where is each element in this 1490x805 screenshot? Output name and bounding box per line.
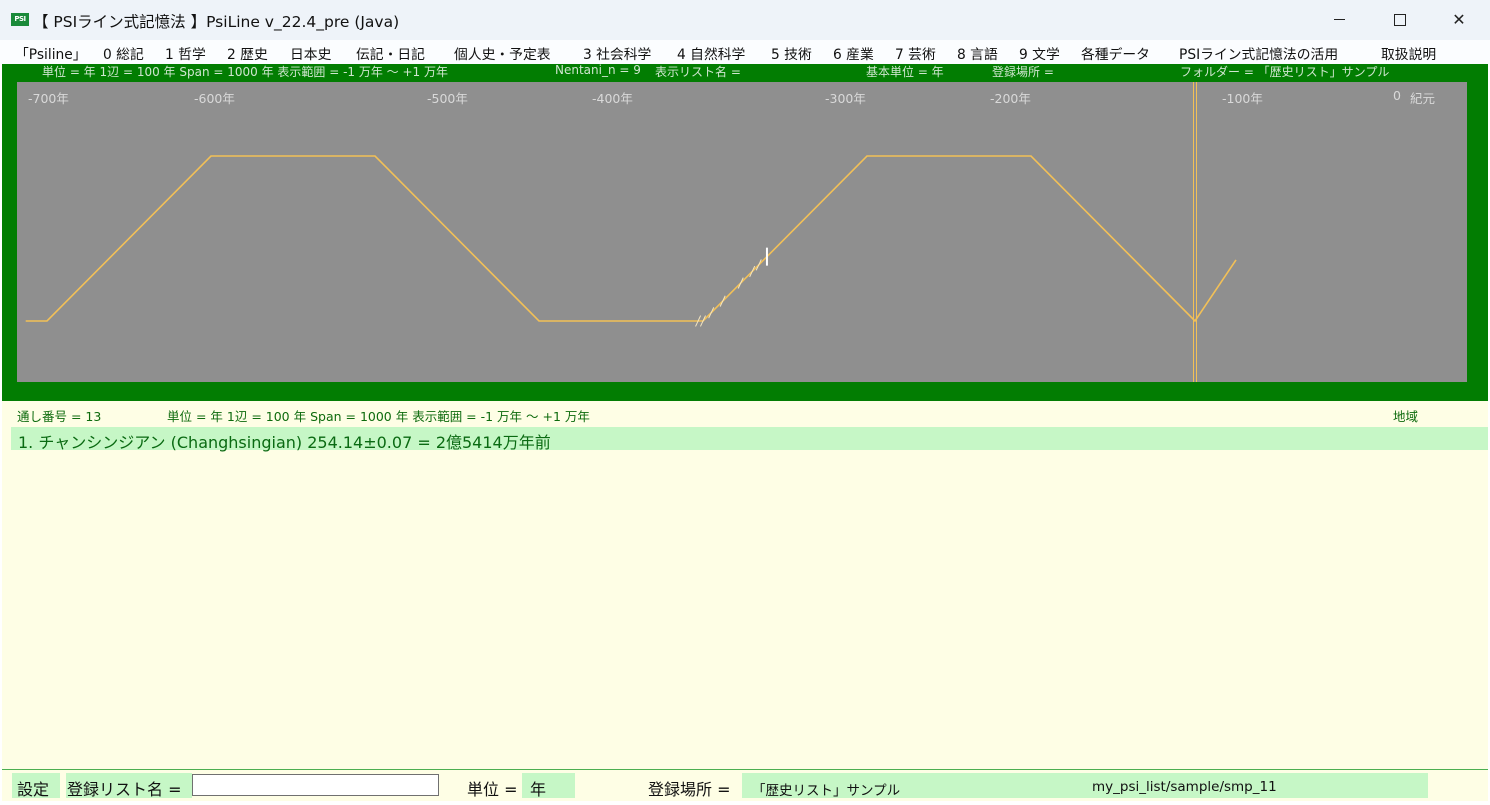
menu-industry[interactable]: 6 産業	[833, 43, 874, 63]
psi-line-svg	[25, 82, 1237, 382]
unit-value: 年	[530, 780, 547, 799]
unit-info: 単位 = 年 1辺 = 100 年 Span = 1000 年 表示範囲 = -…	[167, 409, 590, 424]
close-button[interactable]: ✕	[1430, 0, 1488, 40]
location-label: 登録場所 =	[648, 780, 731, 799]
x-tick-label: -600年	[194, 91, 235, 106]
top-list-name: 表示リスト名 =	[655, 65, 741, 79]
settings-button[interactable]: 設定	[17, 776, 49, 800]
menu-language[interactable]: 8 言語	[957, 43, 998, 63]
minimize-button[interactable]	[1312, 0, 1370, 40]
menu-manual[interactable]: 取扱説明	[1381, 43, 1436, 63]
event-tick[interactable]	[755, 259, 762, 271]
menu-personal[interactable]: 個人史・予定表	[454, 43, 551, 63]
event-tick[interactable]	[737, 277, 744, 289]
event-tick[interactable]	[719, 295, 726, 307]
x-tick-label: 0	[1393, 88, 1401, 103]
x-tick-label: -700年	[28, 91, 69, 106]
window-title: 【 PSIライン式記憶法 】PsiLine v_22.4_pre (Java)	[33, 13, 400, 31]
psi-line-plot[interactable]	[17, 82, 1467, 382]
menu-psiline[interactable]: 「Psiline」	[15, 43, 87, 63]
psi-line-series	[25, 155, 1237, 323]
top-nentani: Nentani_n = 9	[555, 63, 641, 77]
x-tick-label: -100年	[1222, 91, 1263, 106]
menu-general[interactable]: 0 総記	[103, 43, 144, 63]
menu-social[interactable]: 3 社会科学	[583, 43, 651, 63]
top-folder: フォルダー = 「歴史リスト」サンプル	[1180, 65, 1390, 79]
menu-history[interactable]: 2 歴史	[227, 43, 268, 63]
region-label: 地域	[1393, 409, 1419, 424]
menu-literature[interactable]: 9 文学	[1019, 43, 1060, 63]
location-value: 「歴史リスト」サンプル	[752, 783, 901, 799]
app-logo-icon: PSI	[11, 13, 29, 26]
event-tick[interactable]	[708, 307, 715, 319]
list-item-text: 1. チャンシンジアン (Changhsingian) 254.14±0.07 …	[18, 433, 551, 452]
top-unit-info: 単位 = 年 1辺 = 100 年 Span = 1000 年 表示範囲 = -…	[42, 65, 448, 79]
location-path: my_psi_list/sample/smp_11	[1092, 779, 1277, 795]
serial-number: 通し番号 = 13	[17, 409, 102, 424]
menu-usage[interactable]: PSIライン式記憶法の活用	[1179, 43, 1338, 63]
maximize-button[interactable]	[1371, 0, 1429, 40]
era-label: 紀元	[1410, 91, 1436, 106]
x-tick-label: -300年	[825, 91, 866, 106]
menu-art[interactable]: 7 芸術	[895, 43, 936, 63]
menu-philosophy[interactable]: 1 哲学	[165, 43, 206, 63]
close-icon: ✕	[1452, 10, 1466, 29]
menu-japan-history[interactable]: 日本史	[290, 43, 331, 63]
top-base-unit: 基本単位 = 年	[866, 65, 944, 79]
minimize-icon	[1334, 19, 1345, 20]
maximize-icon	[1394, 14, 1406, 26]
entry-list-panel	[2, 401, 1488, 769]
event-tick[interactable]	[749, 265, 756, 278]
list-name-label: 登録リスト名 =	[67, 780, 182, 799]
x-tick-label: -200年	[990, 91, 1031, 106]
menu-biography[interactable]: 伝記・日記	[356, 43, 425, 63]
menu-data[interactable]: 各種データ	[1081, 43, 1150, 63]
x-tick-label: -500年	[427, 91, 468, 106]
unit-label: 単位 =	[467, 780, 518, 799]
menu-technology[interactable]: 5 技術	[771, 43, 812, 63]
top-location: 登録場所 =	[992, 65, 1054, 79]
list-name-input[interactable]	[192, 774, 439, 796]
menu-natural[interactable]: 4 自然科学	[677, 43, 745, 63]
x-tick-label: -400年	[592, 91, 633, 106]
